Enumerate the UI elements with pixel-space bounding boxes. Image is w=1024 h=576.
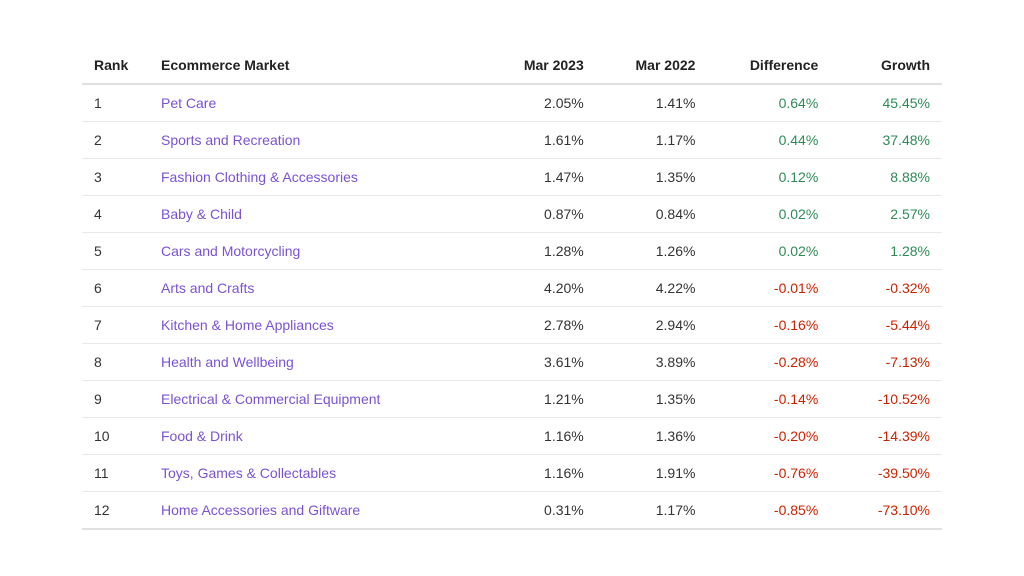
cell-rank: 1 [82,84,149,122]
cell-mar2023: 3.61% [484,343,596,380]
table-row: 6 Arts and Crafts 4.20% 4.22% -0.01% -0.… [82,269,942,306]
cell-rank: 7 [82,306,149,343]
cell-market: Cars and Motorcycling [149,232,484,269]
cell-market: Pet Care [149,84,484,122]
table-row: 4 Baby & Child 0.87% 0.84% 0.02% 2.57% [82,195,942,232]
cell-growth: -10.52% [830,380,942,417]
cell-rank: 2 [82,121,149,158]
cell-mar2022: 2.94% [596,306,708,343]
cell-market: Kitchen & Home Appliances [149,306,484,343]
table-row: 12 Home Accessories and Giftware 0.31% 1… [82,491,942,529]
header-difference: Difference [707,47,830,84]
cell-growth: -0.32% [830,269,942,306]
cell-difference: -0.28% [707,343,830,380]
cell-mar2022: 1.91% [596,454,708,491]
cell-rank: 10 [82,417,149,454]
cell-market: Health and Wellbeing [149,343,484,380]
cell-difference: -0.16% [707,306,830,343]
cell-rank: 3 [82,158,149,195]
cell-mar2022: 1.17% [596,121,708,158]
cell-market: Electrical & Commercial Equipment [149,380,484,417]
cell-mar2022: 0.84% [596,195,708,232]
cell-rank: 4 [82,195,149,232]
cell-mar2023: 4.20% [484,269,596,306]
cell-difference: 0.64% [707,84,830,122]
table-row: 8 Health and Wellbeing 3.61% 3.89% -0.28… [82,343,942,380]
table-row: 3 Fashion Clothing & Accessories 1.47% 1… [82,158,942,195]
cell-mar2023: 1.16% [484,417,596,454]
cell-difference: -0.14% [707,380,830,417]
cell-rank: 6 [82,269,149,306]
cell-mar2023: 1.61% [484,121,596,158]
cell-mar2023: 1.16% [484,454,596,491]
header-growth: Growth [830,47,942,84]
cell-mar2023: 0.87% [484,195,596,232]
table-row: 5 Cars and Motorcycling 1.28% 1.26% 0.02… [82,232,942,269]
cell-mar2022: 3.89% [596,343,708,380]
cell-growth: 45.45% [830,84,942,122]
cell-market: Fashion Clothing & Accessories [149,158,484,195]
cell-difference: -0.85% [707,491,830,529]
cell-difference: 0.44% [707,121,830,158]
table-row: 11 Toys, Games & Collectables 1.16% 1.91… [82,454,942,491]
cell-growth: -39.50% [830,454,942,491]
ecommerce-table-container: Rank Ecommerce Market Mar 2023 Mar 2022 … [82,47,942,530]
cell-rank: 9 [82,380,149,417]
cell-growth: -14.39% [830,417,942,454]
header-rank: Rank [82,47,149,84]
header-mar2023: Mar 2023 [484,47,596,84]
cell-mar2023: 1.47% [484,158,596,195]
table-header-row: Rank Ecommerce Market Mar 2023 Mar 2022 … [82,47,942,84]
cell-market: Toys, Games & Collectables [149,454,484,491]
cell-market: Home Accessories and Giftware [149,491,484,529]
cell-difference: -0.20% [707,417,830,454]
ecommerce-table: Rank Ecommerce Market Mar 2023 Mar 2022 … [82,47,942,530]
cell-mar2022: 1.36% [596,417,708,454]
cell-growth: 8.88% [830,158,942,195]
cell-mar2023: 2.05% [484,84,596,122]
cell-growth: -73.10% [830,491,942,529]
cell-mar2022: 4.22% [596,269,708,306]
cell-growth: -7.13% [830,343,942,380]
table-row: 9 Electrical & Commercial Equipment 1.21… [82,380,942,417]
cell-mar2022: 1.26% [596,232,708,269]
table-row: 10 Food & Drink 1.16% 1.36% -0.20% -14.3… [82,417,942,454]
cell-growth: -5.44% [830,306,942,343]
cell-mar2023: 0.31% [484,491,596,529]
cell-mar2022: 1.41% [596,84,708,122]
table-row: 7 Kitchen & Home Appliances 2.78% 2.94% … [82,306,942,343]
cell-difference: 0.02% [707,232,830,269]
cell-difference: 0.02% [707,195,830,232]
cell-difference: -0.01% [707,269,830,306]
cell-market: Arts and Crafts [149,269,484,306]
header-market: Ecommerce Market [149,47,484,84]
cell-market: Sports and Recreation [149,121,484,158]
cell-rank: 5 [82,232,149,269]
cell-mar2023: 1.28% [484,232,596,269]
cell-growth: 2.57% [830,195,942,232]
cell-mar2023: 2.78% [484,306,596,343]
cell-growth: 1.28% [830,232,942,269]
cell-mar2022: 1.35% [596,380,708,417]
table-row: 1 Pet Care 2.05% 1.41% 0.64% 45.45% [82,84,942,122]
cell-rank: 8 [82,343,149,380]
cell-rank: 11 [82,454,149,491]
cell-mar2023: 1.21% [484,380,596,417]
header-mar2022: Mar 2022 [596,47,708,84]
cell-growth: 37.48% [830,121,942,158]
cell-difference: 0.12% [707,158,830,195]
cell-market: Baby & Child [149,195,484,232]
cell-rank: 12 [82,491,149,529]
table-row: 2 Sports and Recreation 1.61% 1.17% 0.44… [82,121,942,158]
cell-mar2022: 1.17% [596,491,708,529]
cell-market: Food & Drink [149,417,484,454]
cell-difference: -0.76% [707,454,830,491]
cell-mar2022: 1.35% [596,158,708,195]
